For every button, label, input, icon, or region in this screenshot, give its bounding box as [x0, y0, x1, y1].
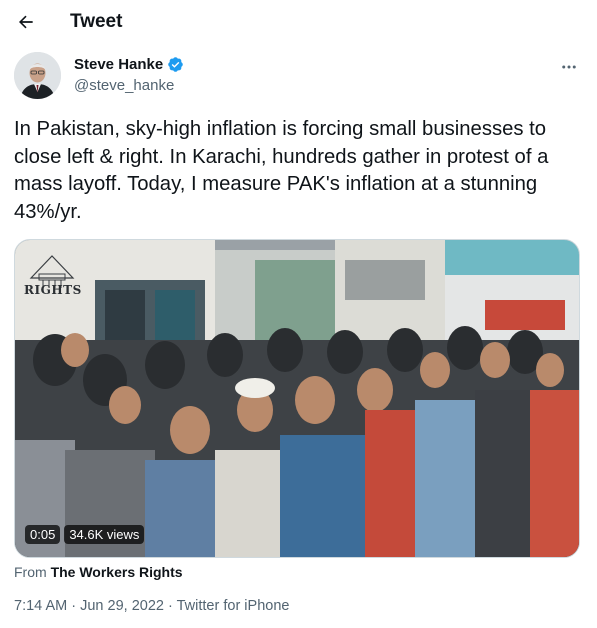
tweet-author: Steve Hanke @steve_hanke — [14, 52, 584, 100]
video-views: 34.6K views — [64, 525, 145, 544]
video-thumbnail — [15, 240, 579, 557]
watermark-logo-text: RIGHTS — [24, 283, 82, 297]
source-link[interactable]: The Workers Rights — [51, 564, 183, 580]
author-name[interactable]: Steve Hanke — [74, 56, 163, 73]
tweet-video[interactable]: RIGHTS 0:05 34.6K views — [14, 239, 580, 558]
tweet-text: In Pakistan, sky-high inflation is forci… — [14, 118, 549, 223]
back-button[interactable] — [12, 8, 40, 36]
tweet-time[interactable]: 7:14 AM — [14, 598, 67, 614]
page-title: Tweet — [70, 11, 123, 32]
tweet-header: Tweet — [0, 0, 597, 44]
verified-badge-icon — [168, 57, 183, 72]
media-source: From The Workers Rights — [14, 564, 183, 580]
watermark-logo: RIGHTS — [21, 248, 83, 304]
more-button[interactable] — [558, 56, 580, 78]
meta-separator: · — [71, 598, 77, 614]
source-prefix: From — [14, 564, 47, 580]
video-duration: 0:05 — [25, 525, 61, 544]
author-handle[interactable]: @steve_hanke — [74, 77, 174, 94]
tweet-client[interactable]: Twitter for iPhone — [177, 598, 290, 614]
video-badges: 0:05 34.6K views — [25, 525, 145, 544]
meta-separator: · — [168, 598, 173, 614]
author-name-row: Steve Hanke — [74, 56, 184, 73]
tweet-date[interactable]: Jun 29, 2022 — [80, 598, 164, 614]
arrow-left-icon — [19, 15, 33, 29]
avatar[interactable] — [14, 52, 61, 99]
tweet-meta: 7:14 AM · Jun 29, 2022 · Twitter for iPh… — [14, 598, 289, 614]
more-dots-icon — [562, 65, 576, 69]
